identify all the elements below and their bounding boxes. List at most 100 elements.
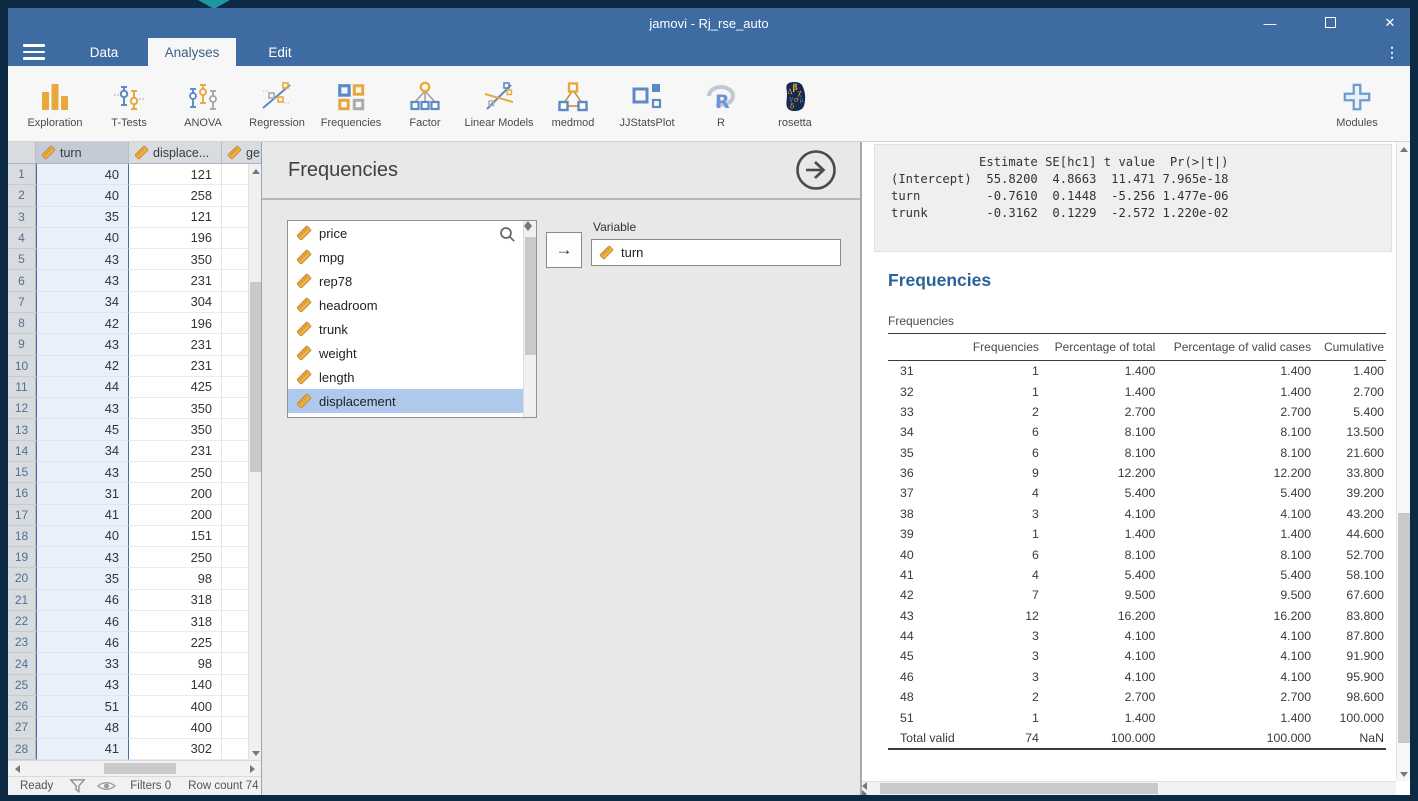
cell-turn[interactable]: 42	[36, 356, 129, 377]
cell-turn[interactable]: 51	[36, 696, 129, 717]
row-number[interactable]: 25	[8, 675, 36, 696]
ribbon-item-rosetta[interactable]: βΔχγσμδ rosetta	[758, 79, 832, 129]
cell-turn[interactable]: 43	[36, 334, 129, 355]
cell-displacement[interactable]: 350	[129, 398, 222, 419]
cell-turn[interactable]: 41	[36, 739, 129, 760]
corner-cell[interactable]	[8, 142, 36, 163]
tab-analyses[interactable]: Analyses	[148, 38, 236, 66]
ribbon-item-medmod[interactable]: medmod	[536, 79, 610, 129]
cell-displacement[interactable]: 318	[129, 590, 222, 611]
search-icon[interactable]	[499, 226, 516, 243]
row-number[interactable]: 2	[8, 185, 36, 206]
cell-displacement[interactable]: 400	[129, 717, 222, 738]
ribbon-item-exploration[interactable]: Exploration	[18, 79, 92, 129]
results-heading[interactable]: Frequencies	[888, 270, 991, 291]
cell-displacement[interactable]: 200	[129, 505, 222, 526]
row-number[interactable]: 21	[8, 590, 36, 611]
row-number[interactable]: 28	[8, 739, 36, 760]
variable-list-item[interactable]: price	[288, 221, 523, 245]
row-number[interactable]: 1	[8, 164, 36, 185]
row-number[interactable]: 13	[8, 419, 36, 440]
scrollbar-thumb[interactable]	[525, 237, 536, 355]
eye-icon[interactable]	[97, 780, 116, 792]
scrollbar-thumb[interactable]	[104, 763, 176, 774]
list-vertical-scrollbar[interactable]	[523, 221, 536, 417]
row-number[interactable]: 12	[8, 398, 36, 419]
assign-variable-button[interactable]: →	[546, 232, 582, 268]
cell-displacement[interactable]: 350	[129, 419, 222, 440]
column-header-turn[interactable]: turn	[36, 142, 129, 163]
cell-turn[interactable]: 46	[36, 611, 129, 632]
ribbon-item-factor[interactable]: Factor	[388, 79, 462, 129]
row-number[interactable]: 27	[8, 717, 36, 738]
row-number[interactable]: 17	[8, 505, 36, 526]
scroll-down-icon[interactable]	[524, 226, 537, 231]
row-number[interactable]: 11	[8, 377, 36, 398]
row-number[interactable]: 26	[8, 696, 36, 717]
cell-turn[interactable]: 43	[36, 270, 129, 291]
scroll-down-icon[interactable]	[1397, 767, 1410, 781]
row-number[interactable]: 7	[8, 292, 36, 313]
cell-turn[interactable]: 40	[36, 228, 129, 249]
collapse-results-button[interactable]	[794, 148, 838, 192]
cell-displacement[interactable]: 250	[129, 547, 222, 568]
results-horizontal-scrollbar[interactable]	[862, 781, 1396, 795]
results-vertical-scrollbar[interactable]	[1396, 142, 1410, 781]
cell-displacement[interactable]: 318	[129, 611, 222, 632]
more-options-icon[interactable]: ⋮	[1382, 38, 1402, 66]
cell-turn[interactable]: 33	[36, 653, 129, 674]
cell-turn[interactable]: 43	[36, 249, 129, 270]
ribbon-item-linear-models[interactable]: Linear Models	[462, 79, 536, 129]
cell-displacement[interactable]: 250	[129, 462, 222, 483]
cell-turn[interactable]: 31	[36, 483, 129, 504]
row-number[interactable]: 14	[8, 441, 36, 462]
tab-edit[interactable]: Edit	[236, 38, 324, 66]
scroll-up-icon[interactable]	[1397, 142, 1410, 156]
row-number[interactable]: 18	[8, 526, 36, 547]
cell-turn[interactable]: 48	[36, 717, 129, 738]
cell-turn[interactable]: 43	[36, 398, 129, 419]
cell-turn[interactable]: 45	[36, 419, 129, 440]
scroll-right-icon[interactable]	[245, 761, 259, 776]
row-number[interactable]: 22	[8, 611, 36, 632]
cell-turn[interactable]: 40	[36, 526, 129, 547]
frequencies-results-section[interactable]: Frequencies Frequencies Percentage of to…	[888, 314, 1386, 750]
row-number[interactable]: 24	[8, 653, 36, 674]
scroll-up-icon[interactable]	[249, 164, 262, 178]
scrollbar-thumb[interactable]	[1398, 513, 1410, 743]
ribbon-item-jjstatsplot[interactable]: JJStatsPlot	[610, 79, 684, 129]
cell-displacement[interactable]: 98	[129, 568, 222, 589]
cell-displacement[interactable]: 196	[129, 228, 222, 249]
column-header-displacement[interactable]: displace...	[129, 142, 222, 163]
cell-turn[interactable]: 34	[36, 292, 129, 313]
variable-list-item[interactable]: weight	[288, 341, 523, 365]
tab-data[interactable]: Data	[60, 38, 148, 66]
cell-displacement[interactable]: 200	[129, 483, 222, 504]
maximize-button[interactable]	[1320, 16, 1340, 31]
cell-displacement[interactable]: 350	[129, 249, 222, 270]
cell-displacement[interactable]: 121	[129, 207, 222, 228]
cell-displacement[interactable]: 231	[129, 441, 222, 462]
row-number[interactable]: 10	[8, 356, 36, 377]
cell-displacement[interactable]: 231	[129, 270, 222, 291]
cell-turn[interactable]: 43	[36, 547, 129, 568]
cell-turn[interactable]: 42	[36, 313, 129, 334]
row-number[interactable]: 4	[8, 228, 36, 249]
cell-displacement[interactable]: 151	[129, 526, 222, 547]
row-number[interactable]: 15	[8, 462, 36, 483]
row-number[interactable]: 8	[8, 313, 36, 334]
variable-list-item[interactable]: length	[288, 365, 523, 389]
cell-turn[interactable]: 46	[36, 632, 129, 653]
cell-turn[interactable]: 43	[36, 675, 129, 696]
cell-turn[interactable]: 46	[36, 590, 129, 611]
variable-list-item[interactable]: rep78	[288, 269, 523, 293]
cell-displacement[interactable]: 140	[129, 675, 222, 696]
cell-displacement[interactable]: 225	[129, 632, 222, 653]
modules-button[interactable]: Modules	[1320, 79, 1394, 129]
variable-list-item[interactable]: displacement	[288, 389, 523, 413]
cell-displacement[interactable]: 425	[129, 377, 222, 398]
spreadsheet-vertical-scrollbar[interactable]	[248, 164, 261, 760]
cell-displacement[interactable]: 258	[129, 185, 222, 206]
r-output-block[interactable]: Estimate SE[hc1] t value Pr(>|t|) (Inter…	[874, 144, 1392, 252]
cell-turn[interactable]: 35	[36, 568, 129, 589]
